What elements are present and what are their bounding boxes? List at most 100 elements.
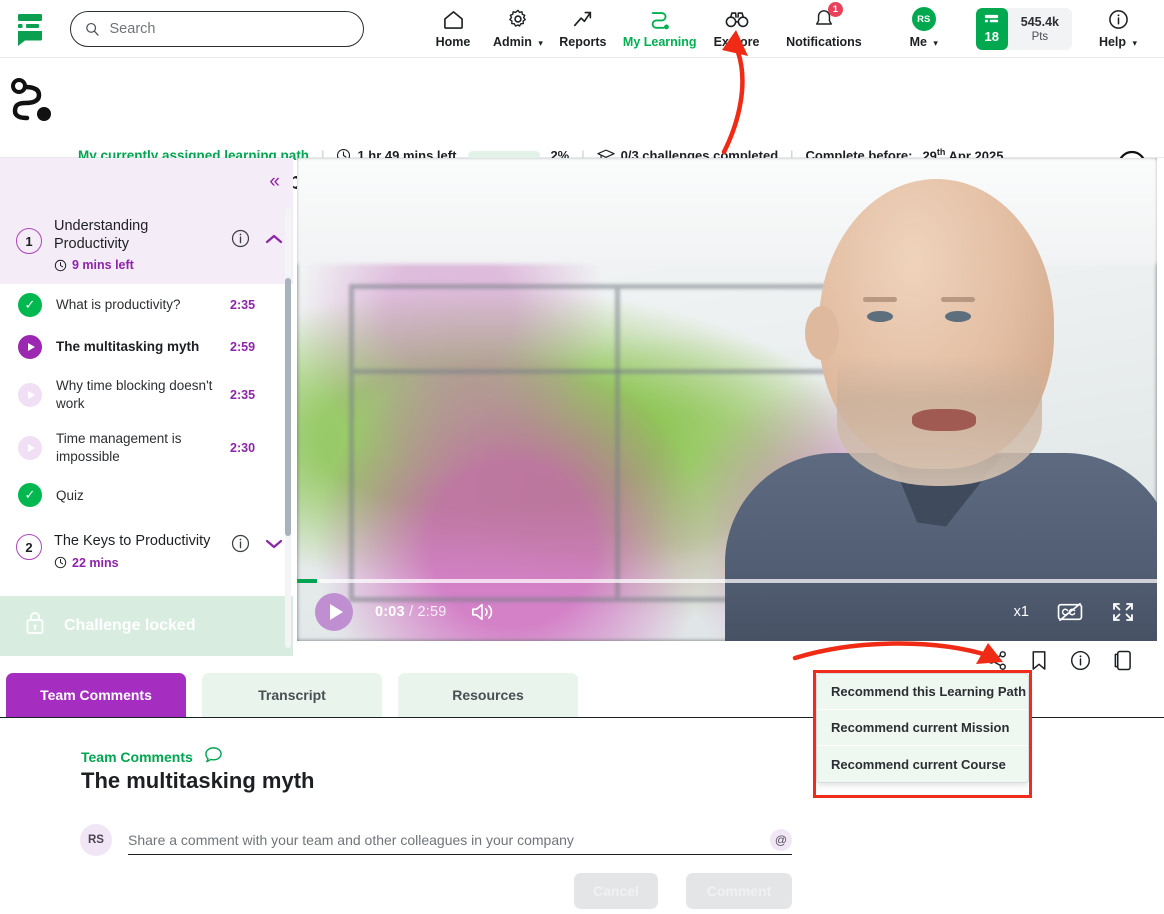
nav-label: Home [435, 35, 471, 49]
lesson-item[interactable]: Why time blocking doesn't work 2:35 [0, 368, 293, 421]
module-time: 9 mins left [54, 258, 219, 272]
play-icon [18, 435, 42, 460]
info-circle-icon[interactable] [231, 229, 250, 253]
comment-button[interactable]: Comment [686, 873, 792, 909]
presenter-eye-right [945, 311, 971, 322]
menu-item-recommend-mission[interactable]: Recommend current Mission [817, 710, 1028, 746]
presenter-brow-right [941, 297, 975, 302]
nav-item-me[interactable]: RS Me ▾ [892, 7, 956, 49]
comments-kicker: Team Comments [81, 746, 223, 767]
module-actions [231, 229, 283, 253]
top-navigation-bar: Home Admin ▾ [0, 0, 1164, 58]
nav-label: Me ▾ [910, 35, 938, 49]
lesson-title: The multitasking myth [56, 339, 200, 355]
video-current-time: 0:03 [375, 604, 405, 620]
double-chevron-left-icon: « [269, 171, 280, 192]
gear-icon [507, 8, 529, 30]
video-timecode: 0:03 / 2:59 [375, 604, 447, 620]
nav-item-home[interactable]: Home [421, 8, 485, 49]
recommend-dropdown-menu: Recommend this Learning Path Recommend c… [816, 673, 1029, 783]
module-header-2[interactable]: 2 The Keys to Productivity 22 mins [0, 516, 293, 581]
nav-label-text: Admin [493, 35, 532, 49]
info-circle-icon[interactable] [231, 534, 250, 558]
nav-item-reports[interactable]: Reports [551, 8, 615, 49]
level-value: 18 [984, 28, 999, 44]
collapse-sidebar-button[interactable]: « [0, 158, 293, 206]
fullscreen-button[interactable] [1111, 601, 1135, 623]
points-chip[interactable]: 18 545.4k Pts [975, 7, 1072, 50]
nav-item-notifications[interactable]: 1 Notifications [778, 2, 870, 49]
points-readout: 545.4k Pts [1008, 15, 1072, 43]
module-info: Understanding Productivity 9 mins left [54, 217, 219, 272]
nav-item-explore[interactable]: Explore [705, 8, 769, 49]
chevron-up-icon[interactable] [265, 233, 283, 249]
lesson-title: Quiz [56, 487, 84, 503]
nav-item-my-learning[interactable]: My Learning [615, 8, 705, 49]
nav-item-help[interactable]: Help ▾ [1086, 8, 1150, 49]
lesson-status-icon [18, 335, 42, 360]
avatar: RS [80, 824, 112, 856]
lesson-title: Time management is impossible [56, 431, 182, 464]
challenge-locked-label: Challenge locked [64, 616, 196, 634]
challenge-locked-banner: Challenge locked [0, 595, 293, 656]
module-header-1[interactable]: 1 Understanding Productivity 9 mins left [0, 206, 293, 285]
app-logo[interactable] [8, 12, 54, 46]
chevron-down-icon: ▾ [933, 38, 938, 48]
volume-button[interactable] [469, 601, 495, 623]
tab-transcript[interactable]: Transcript [202, 673, 382, 717]
video-presenter [707, 171, 1157, 641]
points-value: 545.4k [1020, 14, 1059, 29]
avatar: RS [911, 7, 936, 31]
check-icon: ✓ [18, 483, 42, 508]
lesson-item[interactable]: Time management is impossible 2:30 [0, 421, 293, 474]
module-number: 2 [16, 534, 42, 561]
module-time-label: 22 mins [72, 555, 119, 570]
menu-item-recommend-course[interactable]: Recommend current Course [817, 746, 1028, 782]
learning-path-node-icon [8, 76, 64, 131]
playback-speed-button[interactable]: x1 [1014, 604, 1029, 620]
module-title: The Keys to Productivity [54, 533, 211, 550]
info-circle-icon [1108, 8, 1129, 30]
search-input[interactable] [109, 20, 349, 37]
lesson-status-icon: ✓ [18, 483, 42, 508]
module-title: Understanding Productivity [54, 218, 149, 253]
lesson-item[interactable]: The multitasking myth 2:59 [0, 326, 293, 368]
fullscreen-icon [1113, 603, 1133, 621]
binoculars-icon [725, 8, 749, 30]
play-button[interactable] [315, 593, 353, 631]
nav-label-text: Me [909, 35, 927, 49]
search-box[interactable] [70, 10, 364, 47]
video-player[interactable]: 0:03 / 2:59 x1 [297, 158, 1157, 641]
captions-button[interactable] [1056, 601, 1084, 623]
lesson-item-quiz[interactable]: ✓ Quiz [0, 474, 293, 516]
cancel-button[interactable]: Cancel [574, 873, 658, 909]
lesson-title: What is productivity? [56, 297, 181, 313]
primary-nav: Home Admin ▾ Reports My Learning Explore [421, 8, 769, 49]
lesson-title: Why time blocking doesn't work [56, 378, 213, 411]
chevron-down-icon: ▾ [1132, 38, 1138, 48]
menu-item-recommend-path[interactable]: Recommend this Learning Path [817, 674, 1028, 710]
presenter-ear [805, 306, 839, 360]
secondary-nav: 1 Notifications RS Me ▾ 18 545.4k Pts He… [778, 2, 1150, 50]
lesson-item[interactable]: ✓ What is productivity? 2:35 [0, 284, 293, 326]
mobile-device-icon [1114, 650, 1131, 671]
comment-field[interactable]: @ [128, 825, 792, 855]
presenter-eye-left [867, 311, 893, 322]
nav-label: Reports [559, 35, 607, 49]
nav-label: Explore [713, 35, 760, 49]
at-mention-icon[interactable]: @ [770, 828, 792, 851]
chevron-down-icon[interactable] [265, 538, 283, 554]
comment-input[interactable] [128, 831, 792, 848]
comment-actions: Cancel Comment [574, 873, 792, 909]
check-icon: ✓ [18, 293, 42, 318]
trend-arrow-icon [572, 8, 594, 30]
presenter-mouth [912, 409, 976, 431]
volume-icon [471, 603, 492, 621]
lesson-duration: 2:35 [230, 387, 256, 402]
sidebar-scrollbar-thumb[interactable] [285, 278, 291, 536]
tab-team-comments[interactable]: Team Comments [6, 673, 186, 717]
nav-item-admin[interactable]: Admin ▾ [485, 8, 551, 49]
video-right-controls: x1 [1014, 601, 1135, 623]
tab-resources[interactable]: Resources [398, 673, 578, 717]
share-icon [988, 651, 1006, 670]
